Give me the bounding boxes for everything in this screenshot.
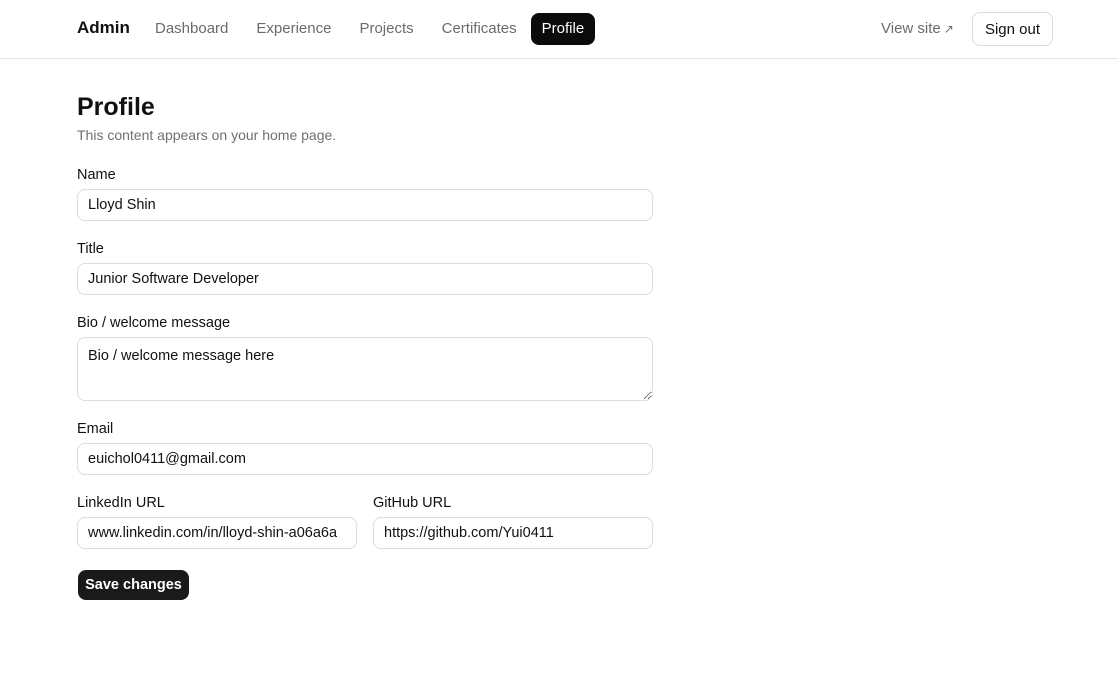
github-label: GitHub URL xyxy=(373,495,452,511)
name-input[interactable] xyxy=(77,189,653,221)
external-link-arrow-icon: ↗ xyxy=(943,22,954,36)
linkedin-input[interactable] xyxy=(77,517,357,549)
nav-item-experience[interactable]: Experience xyxy=(242,13,345,45)
main-nav: Dashboard Experience Projects Certificat… xyxy=(141,13,596,45)
top-navigation-bar: Admin Dashboard Experience Projects Cert… xyxy=(0,0,1118,59)
brand-title: Admin xyxy=(77,18,130,37)
nav-item-certificates[interactable]: Certificates xyxy=(428,13,531,45)
page-subtitle: This content appears on your home page. xyxy=(77,127,337,143)
view-site-link[interactable]: View site ↗ xyxy=(881,20,954,37)
view-site-label: View site xyxy=(881,20,941,37)
save-changes-button[interactable]: Save changes xyxy=(78,570,189,600)
email-input[interactable] xyxy=(77,443,653,475)
name-label: Name xyxy=(77,167,116,183)
bio-label: Bio / welcome message xyxy=(77,315,231,331)
sign-out-button[interactable]: Sign out xyxy=(972,12,1053,46)
title-input[interactable] xyxy=(77,263,653,295)
nav-item-projects[interactable]: Projects xyxy=(345,13,427,45)
title-label: Title xyxy=(77,241,104,257)
email-label: Email xyxy=(77,421,114,437)
bio-textarea[interactable]: Bio / welcome message here xyxy=(77,337,653,401)
linkedin-label: LinkedIn URL xyxy=(77,495,165,511)
github-input[interactable] xyxy=(373,517,653,549)
page-title: Profile xyxy=(77,93,155,121)
nav-item-dashboard[interactable]: Dashboard xyxy=(141,13,242,45)
nav-item-profile[interactable]: Profile xyxy=(530,13,596,45)
page-heading: Profile This content appears on your hom… xyxy=(77,92,653,144)
